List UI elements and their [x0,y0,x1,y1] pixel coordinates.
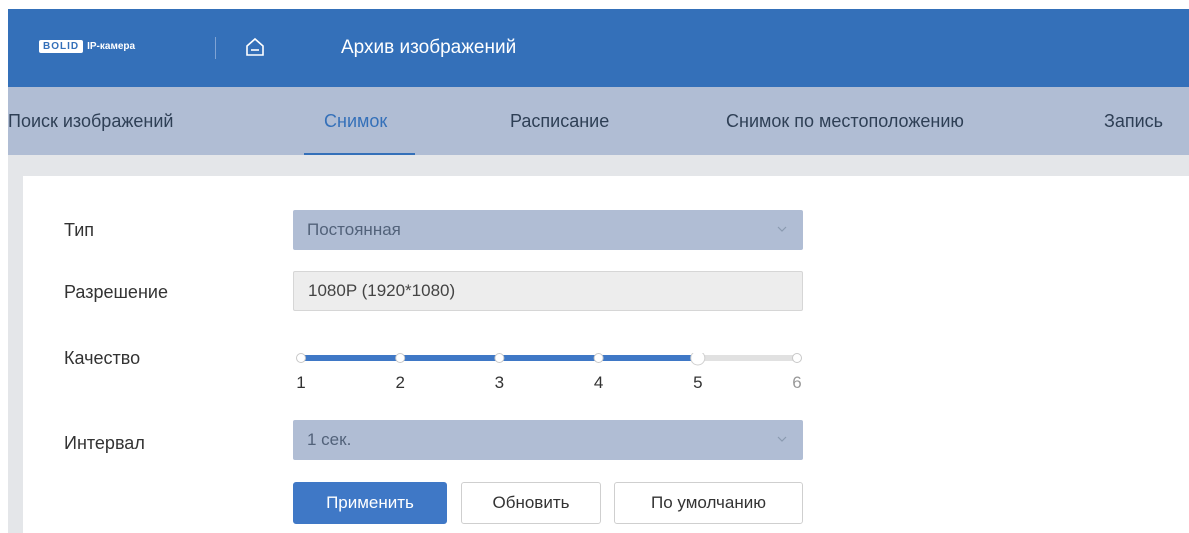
logo-text: IP-камера [87,41,136,52]
content-left-gap [8,176,23,533]
resolution-field: 1080P (1920*1080) [293,271,803,311]
slider-tick-label: 6 [792,373,801,392]
tab-image-search[interactable]: Поиск изображений [8,111,173,132]
app-frame: BOLID IP-камера Архив изображений Поиск … [8,9,1189,533]
slider-thumb [690,353,706,366]
slider-stop [395,353,406,363]
slider-stop [494,353,505,363]
quality-slider[interactable]: 1 2 3 4 5 6 [293,353,808,397]
slider-tick-label: 2 [395,373,404,392]
interval-select[interactable]: 1 сек. [293,420,803,460]
content-top-gap [8,155,1189,176]
tab-record[interactable]: Запись [1104,111,1163,132]
type-label: Тип [64,220,95,240]
chevron-down-icon [777,226,787,232]
tab-bar: Поиск изображений Снимок Расписание Сним… [8,87,1189,156]
tab-schedule[interactable]: Расписание [510,111,609,132]
chevron-down-icon [777,436,787,442]
slider-stop [296,353,306,363]
type-select-value: Постоянная [307,220,401,239]
slider-tick-label: 3 [495,373,504,392]
header-bar: BOLID IP-камера Архив изображений [8,9,1189,87]
quality-label: Качество [64,348,141,368]
refresh-button[interactable]: Обновить [461,482,601,524]
default-button[interactable]: По умолчанию [614,482,803,524]
slider-stop [792,353,802,363]
apply-button[interactable]: Применить [293,482,447,524]
slider-stop [593,353,604,363]
type-select[interactable]: Постоянная [293,210,803,250]
slider-tick-label: 5 [693,373,702,392]
page-title: Архив изображений [341,37,517,58]
slider-tick-label: 4 [594,373,603,392]
tab-snapshot[interactable]: Снимок [324,111,387,132]
slider-tick-label: 1 [296,373,305,392]
resolution-label: Разрешение [64,282,168,302]
header-divider [215,37,216,59]
interval-select-value: 1 сек. [307,430,352,449]
home-icon[interactable] [244,36,266,58]
logo-mark: BOLID [39,40,84,53]
tab-location-snapshot[interactable]: Снимок по местоположению [726,111,964,132]
interval-label: Интервал [64,433,145,453]
brand-logo: BOLID IP-камера [39,40,135,53]
